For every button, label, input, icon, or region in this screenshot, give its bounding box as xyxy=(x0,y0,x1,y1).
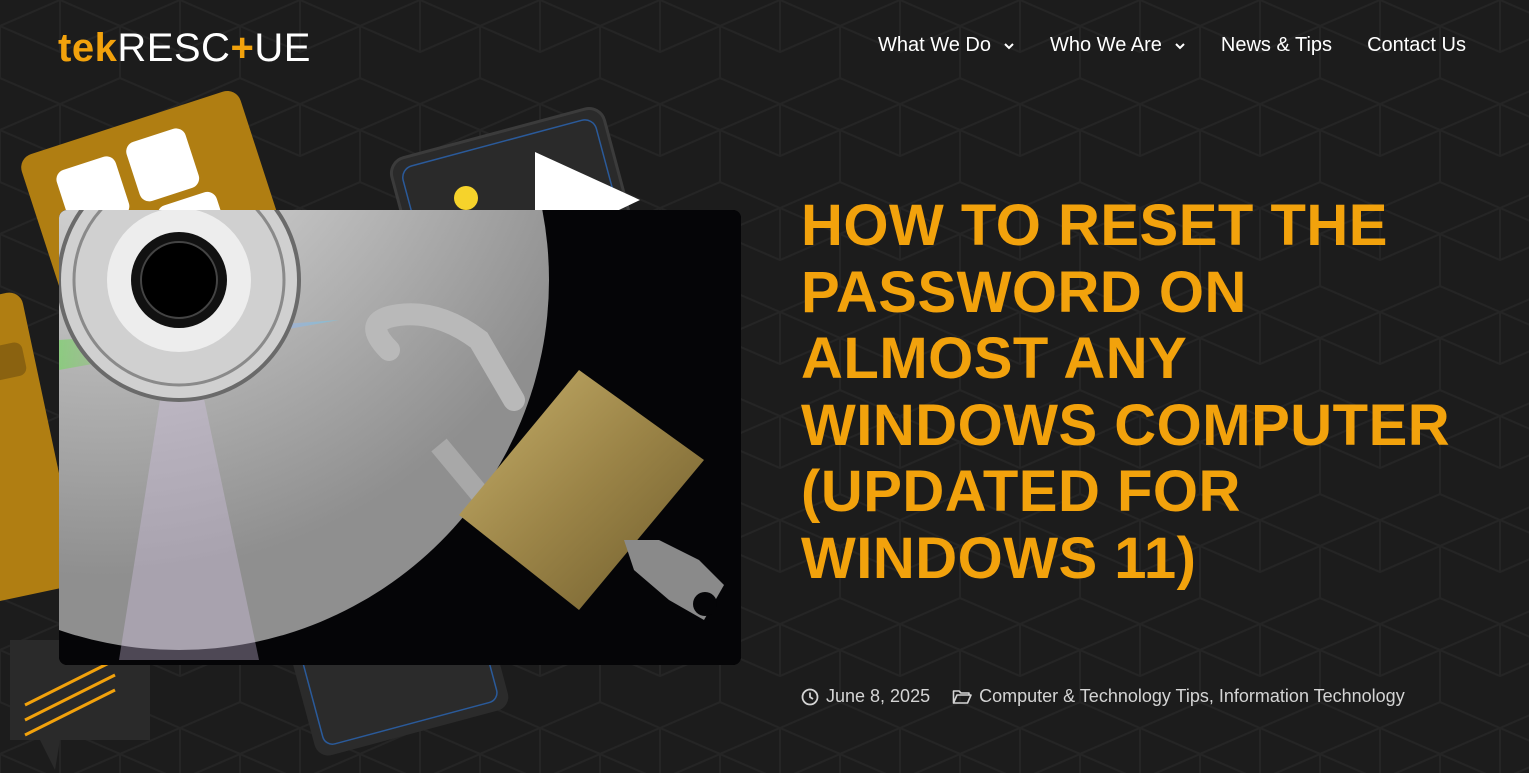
disc-padlock-key-image xyxy=(59,210,741,665)
clock-icon xyxy=(801,688,819,705)
category-link-information-technology[interactable]: Information Technology xyxy=(1219,686,1405,707)
nav-item-contact-us[interactable]: Contact Us xyxy=(1367,34,1466,57)
tekrescue-logo[interactable]: tekRESC+UE xyxy=(58,26,311,70)
nav-item-who-we-are[interactable]: Who We Are xyxy=(1050,34,1186,57)
nav-item-news-tips[interactable]: News & Tips xyxy=(1221,34,1332,57)
nav-item-label: Contact Us xyxy=(1367,34,1466,56)
post-date: June 8, 2025 xyxy=(826,686,931,706)
category-separator: , xyxy=(1208,686,1219,706)
hero-image xyxy=(59,210,741,665)
nav-item-what-we-do[interactable]: What We Do xyxy=(878,34,1015,57)
post-meta: June 8, 2025 Computer & Technology Tips,… xyxy=(801,686,1405,707)
site-header: tekRESC+UE What We Do Who We Are News & … xyxy=(0,0,1529,95)
post-categories: Computer & Technology Tips, Information … xyxy=(952,686,1405,707)
category-link-computer-technology-tips[interactable]: Computer & Technology Tips xyxy=(979,686,1209,707)
chevron-down-icon xyxy=(1175,42,1185,49)
main-nav: What We Do Who We Are News & Tips Contac… xyxy=(843,34,1466,57)
nav-item-label: Who We Are xyxy=(1050,34,1162,56)
chevron-down-icon xyxy=(1004,42,1014,49)
folder-icon xyxy=(952,689,972,704)
nav-item-label: What We Do xyxy=(878,34,991,56)
page-title: HOW TO RESET THE PASSWORD ON ALMOST ANY … xyxy=(801,193,1451,591)
nav-item-label: News & Tips xyxy=(1220,34,1333,56)
